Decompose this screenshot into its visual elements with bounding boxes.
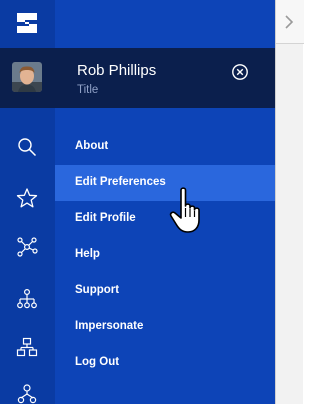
network-icon[interactable]: [16, 236, 38, 258]
menu-item-label: Help: [75, 248, 100, 260]
group-icon[interactable]: [16, 384, 38, 404]
menu-item-label: Support: [75, 284, 120, 296]
menu-item-edit-preferences[interactable]: Edit Preferences: [55, 165, 275, 201]
menu-item-edit-profile[interactable]: Edit Profile: [55, 201, 275, 237]
profile-bar: Rob Phillips Title: [0, 48, 275, 108]
menu-item-label: Log Out: [75, 356, 120, 368]
menu-item-label: About: [75, 140, 109, 152]
search-icon[interactable]: [16, 136, 38, 158]
menu-item-support[interactable]: Support: [55, 273, 275, 309]
hand-cursor-icon: [169, 187, 200, 233]
collapse-strip[interactable]: [275, 0, 304, 404]
user-title: Title: [77, 84, 99, 96]
menu-item-help[interactable]: Help: [55, 237, 275, 273]
menu-item-label: Impersonate: [75, 320, 144, 332]
user-name: Rob Phillips: [77, 62, 157, 79]
org-chart-icon[interactable]: [16, 337, 38, 359]
collapse-button[interactable]: [276, 0, 304, 44]
app-logo[interactable]: [16, 12, 38, 34]
menu-item-about[interactable]: About: [55, 129, 275, 165]
star-icon[interactable]: [16, 187, 38, 209]
close-icon[interactable]: [231, 63, 249, 81]
menu-item-log-out[interactable]: Log Out: [55, 345, 275, 381]
avatar[interactable]: [12, 62, 42, 92]
menu-item-impersonate[interactable]: Impersonate: [55, 309, 275, 345]
hierarchy-icon[interactable]: [16, 288, 38, 310]
chevron-right-icon: [285, 15, 294, 29]
menu-item-label: Edit Preferences: [75, 176, 166, 188]
menu-item-label: Edit Profile: [75, 212, 136, 224]
